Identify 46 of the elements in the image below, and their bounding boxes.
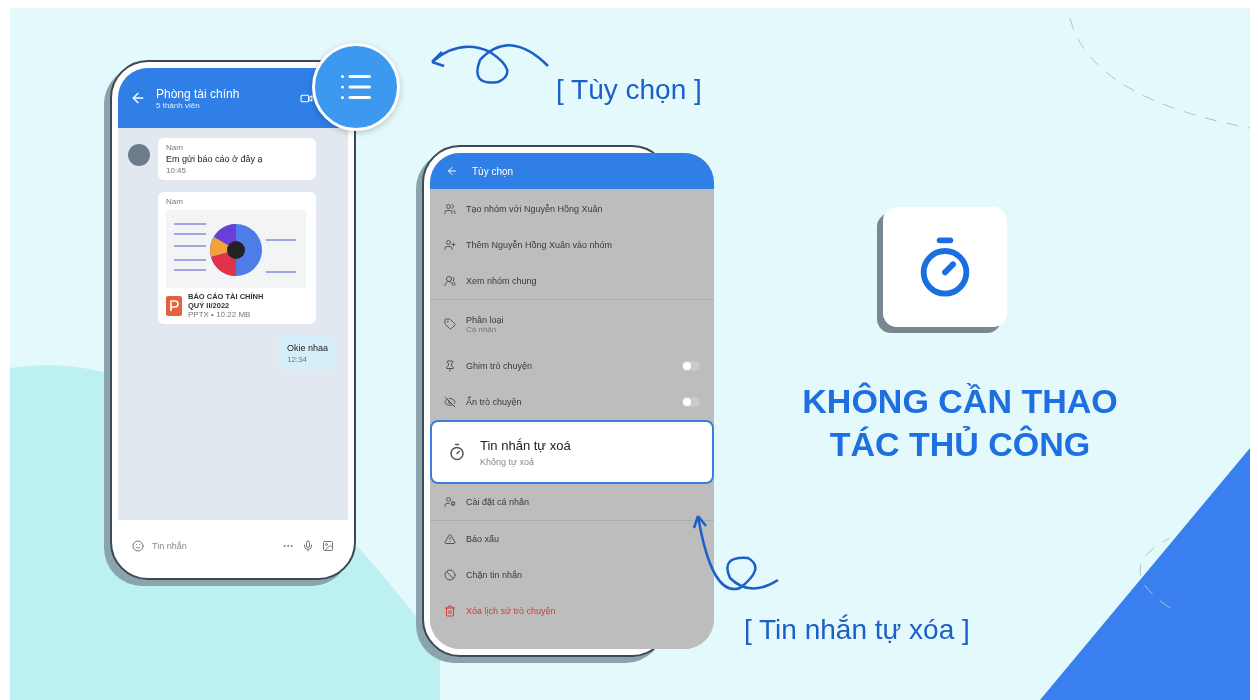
message-text: Em gửi báo cáo ở đây ạ <box>166 154 264 164</box>
menu-item[interactable]: Thêm Nguyễn Hồng Xuân vào nhóm <box>430 227 714 263</box>
message-time: 10:45 <box>166 166 188 175</box>
avatar <box>128 144 150 166</box>
menu-item[interactable]: Xem nhóm chung <box>430 263 714 299</box>
toggle-switch[interactable] <box>682 361 700 371</box>
callout-label: [ Tùy chọn ] <box>556 74 702 106</box>
menu-item-icon <box>444 318 456 330</box>
self-destruct-option[interactable]: Tin nhắn tự xoá Không tự xoá <box>430 420 714 484</box>
options-list-button[interactable] <box>312 43 400 131</box>
timer-icon <box>448 443 466 461</box>
headline: KHÔNG CẦN THAO TÁC THỦ CÔNG <box>801 381 1119 465</box>
screen-title: Tùy chọn <box>472 165 514 177</box>
message-text: Okie nhaa <box>286 343 328 353</box>
sender-name: Nam <box>166 143 184 152</box>
message-input-field[interactable]: Tin nhắn <box>118 520 348 572</box>
menu-item[interactable]: Tạo nhóm với Nguyễn Hồng Xuân <box>430 191 714 227</box>
file-meta: PPTX • 10.22 MB <box>188 310 252 319</box>
menu-item-icon <box>444 203 456 215</box>
menu-item-icon <box>444 396 456 408</box>
microphone-icon[interactable] <box>302 540 314 552</box>
sticker-icon[interactable] <box>132 540 144 552</box>
chat-subtitle: 5 thành viên <box>156 100 201 110</box>
callout-label: [ Tin nhắn tự xóa ] <box>744 614 970 646</box>
menu-item-icon <box>444 275 456 287</box>
image-icon[interactable] <box>322 540 334 552</box>
menu-item[interactable]: Cài đặt cá nhân <box>430 484 714 520</box>
menu-item-icon <box>444 533 456 545</box>
option-subtitle: Không tự xoá <box>480 456 536 467</box>
menu-item-icon <box>444 605 456 617</box>
sender-name: Nam <box>166 197 184 206</box>
menu-item[interactable]: Báo xấu <box>430 521 714 557</box>
menu-item[interactable]: Ghim trò chuyện <box>430 348 714 384</box>
message-time: 12:34 <box>286 355 308 364</box>
menu-item-icon <box>444 360 456 372</box>
dashed-line <box>1139 537 1171 609</box>
chat-title: Phòng tài chính <box>156 86 241 101</box>
toggle-switch[interactable] <box>682 397 700 407</box>
menu-item-icon <box>444 569 456 581</box>
back-arrow-icon[interactable] <box>446 165 458 177</box>
menu-item-icon <box>444 239 456 251</box>
menu-item[interactable]: Ẩn trò chuyện <box>430 384 714 420</box>
menu-item[interactable]: Chặn tin nhắn <box>430 557 714 593</box>
slides-file-icon <box>166 295 182 316</box>
option-title: Tin nhắn tự xoá <box>480 437 571 453</box>
menu-item-icon <box>444 496 456 508</box>
